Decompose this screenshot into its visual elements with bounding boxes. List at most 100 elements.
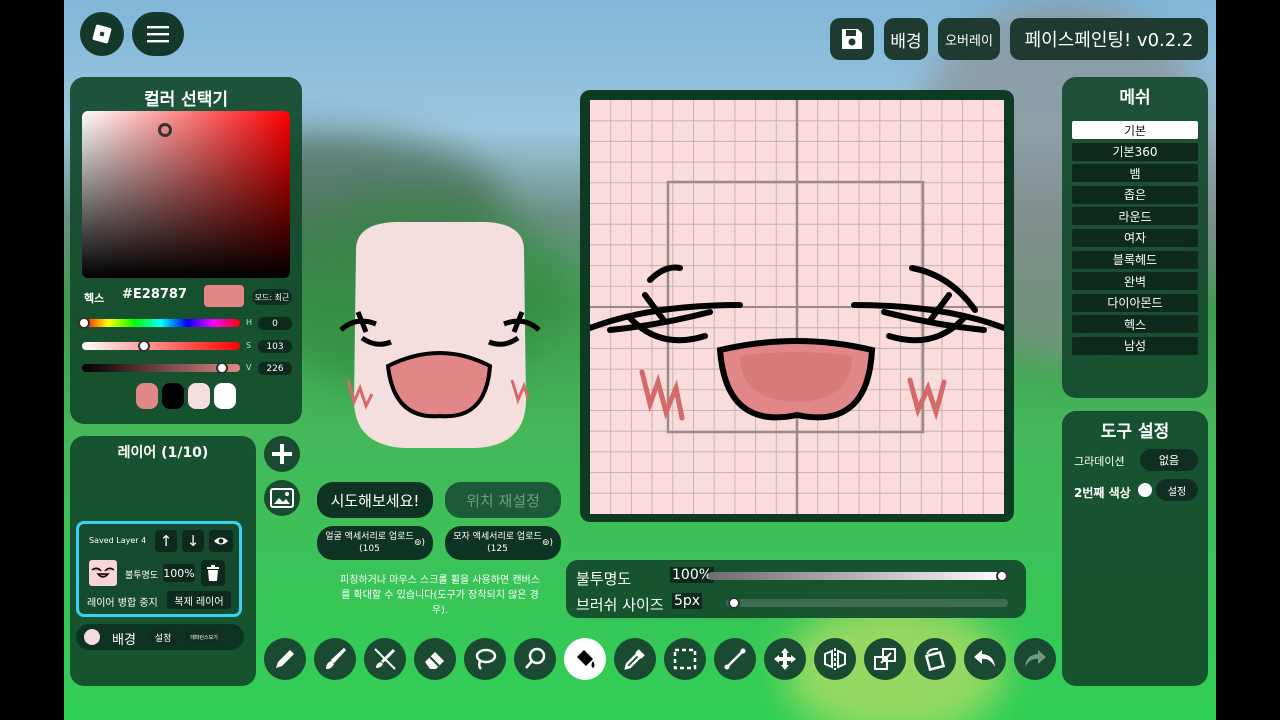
save-icon [842, 29, 862, 49]
fill-tool-button[interactable] [564, 638, 606, 680]
arrow-up-icon: ↑ [159, 532, 173, 550]
second-color-dot[interactable] [1138, 483, 1152, 497]
drawing-canvas[interactable] [587, 100, 1007, 514]
saturation-value-area[interactable] [82, 111, 290, 278]
layer-card[interactable]: Saved Layer 4 ↑ ↓ 불투명도 100% 레이어 병합 중지 복제… [76, 521, 242, 617]
brush-opacity-knob[interactable] [996, 570, 1008, 582]
try-on-button[interactable]: 시도해보세요! [317, 482, 433, 518]
brush-size-slider[interactable] [726, 597, 1008, 609]
overlay-button[interactable]: 오버레이 [938, 18, 1000, 60]
sv-picker-knob[interactable] [158, 123, 172, 137]
brush-size-knob[interactable] [728, 597, 740, 609]
mesh-item-10[interactable]: 남성 [1072, 336, 1198, 355]
hue-slider[interactable] [78, 317, 240, 329]
rotate-tool-button[interactable] [914, 638, 956, 680]
tool-settings-panel: 도구 설정 그라데이션 없음 2번째 색상 설정 [1062, 411, 1208, 686]
mesh-item-7[interactable]: 완벽 [1072, 272, 1198, 291]
mesh-item-3[interactable]: 좁은 [1072, 185, 1198, 204]
layer-opacity-input[interactable]: 100% [163, 564, 195, 582]
mesh-item-0[interactable]: 기본 [1072, 121, 1198, 139]
eraser-icon [425, 652, 444, 669]
hex-label: 헥스 [84, 292, 105, 305]
second-color-label: 2번째 색상 [1074, 486, 1131, 500]
background-color-dot[interactable] [84, 629, 100, 645]
magic-lasso-tool-button[interactable] [514, 638, 556, 680]
color-picker-panel: 컬러 선택기 헥스 #E28787 모드: 최근 H 0 S 103 V 226 [70, 77, 302, 424]
fill-bucket-icon [577, 650, 595, 668]
mirror-tool-button[interactable] [814, 638, 856, 680]
value-slider[interactable] [82, 362, 240, 374]
s-value[interactable]: 103 [258, 340, 292, 353]
eraser-tool-button[interactable] [414, 638, 456, 680]
background-toggle-button[interactable]: 배경 [884, 18, 928, 60]
mesh-item-6[interactable]: 블록헤드 [1072, 250, 1198, 269]
select-rect-icon [673, 648, 697, 670]
h-value[interactable]: 0 [258, 317, 292, 330]
upload-hat-button[interactable]: 모자 액세서리로 업로드 (125 ⊚) [445, 526, 561, 560]
saturation-slider[interactable] [82, 340, 240, 352]
recent-swatch-2[interactable] [162, 383, 184, 409]
hex-input[interactable]: #E28787 [122, 287, 187, 302]
layer-up-button[interactable]: ↑ [155, 530, 177, 552]
roblox-logo-icon [92, 24, 112, 44]
line-tool-button[interactable] [714, 638, 756, 680]
brush-size-label: 브러쉬 사이즈 [576, 596, 664, 614]
brush-size-value[interactable]: 5px [672, 593, 703, 609]
import-image-button[interactable] [264, 480, 300, 516]
save-button[interactable] [830, 18, 874, 60]
layer-visibility-button[interactable] [209, 530, 233, 552]
brush-settings-panel: 불투명도 100% 브러쉬 사이즈 5px [566, 560, 1026, 618]
move-tool-button[interactable] [764, 638, 806, 680]
color-picker-title: 컬러 선택기 [143, 90, 229, 110]
eraser-brush-tool-button[interactable] [364, 638, 406, 680]
reset-position-button[interactable]: 위치 재설정 [445, 482, 561, 518]
pencil-tool-button[interactable] [264, 638, 306, 680]
mesh-item-1[interactable]: 기본360 [1072, 142, 1198, 161]
head-3d-preview[interactable] [336, 220, 544, 450]
second-color-settings-button[interactable]: 설정 [1156, 479, 1198, 501]
upload-face-button[interactable]: 얼굴 액세서리로 업로드 (105 ⊚) [317, 526, 433, 560]
background-settings-button[interactable]: 설정 [148, 629, 178, 645]
line-icon [724, 648, 746, 670]
layer-down-button[interactable]: ↓ [182, 530, 204, 552]
current-color-preview [204, 285, 244, 307]
undo-button[interactable] [964, 638, 1006, 680]
magic-lasso-icon [525, 647, 546, 669]
mesh-item-4[interactable]: 라운드 [1072, 207, 1198, 226]
hamburger-menu-button[interactable] [132, 12, 184, 56]
lasso-tool-button[interactable] [464, 638, 506, 680]
rotate-icon [924, 647, 946, 672]
mesh-item-8[interactable]: 다이아몬드 [1072, 293, 1198, 312]
gradient-select[interactable]: 없음 [1140, 449, 1198, 471]
eyedropper-tool-button[interactable] [614, 638, 656, 680]
redo-button[interactable] [1014, 638, 1056, 680]
mode-button[interactable]: 모드: 최근 [252, 289, 292, 305]
game-viewport: 배경 오버레이 페이스페인팅! v0.2.2 컬러 선택기 헥스 #E28787… [64, 0, 1216, 720]
s-label: S [246, 341, 252, 350]
eyedropper-icon [624, 649, 645, 670]
merge-layer-button[interactable]: 레이어 병합 중지 [87, 594, 158, 609]
select-tool-button[interactable] [664, 638, 706, 680]
layer-delete-button[interactable] [201, 560, 225, 586]
roblox-menu-button[interactable] [80, 12, 124, 56]
lasso-icon [475, 648, 497, 670]
resize-tool-button[interactable] [864, 638, 906, 680]
recent-swatch-3[interactable] [188, 383, 210, 409]
recent-swatch-4[interactable] [214, 383, 236, 409]
recent-swatch-1[interactable] [136, 383, 158, 409]
duplicate-layer-button[interactable]: 복제 레이어 [167, 591, 231, 609]
saturation-knob[interactable] [138, 340, 150, 352]
mesh-item-9[interactable]: 헥스 [1072, 315, 1198, 334]
brush-opacity-slider[interactable] [708, 570, 1008, 582]
brush-icon [326, 647, 347, 669]
add-layer-button[interactable] [264, 436, 300, 472]
mesh-item-5[interactable]: 여자 [1072, 228, 1198, 247]
reference-button[interactable]: 레퍼런스보기 [184, 629, 224, 645]
app-title: 페이스페인팅! v0.2.2 [1024, 30, 1194, 51]
mesh-item-2[interactable]: 뱀 [1072, 164, 1198, 183]
brush-tool-button[interactable] [314, 638, 356, 680]
hue-knob[interactable] [78, 317, 90, 329]
value-knob[interactable] [216, 362, 228, 374]
layers-panel: 레이어 (1/10) Saved Layer 4 ↑ ↓ 불투명도 100% 레… [70, 436, 256, 686]
v-value[interactable]: 226 [258, 362, 292, 375]
